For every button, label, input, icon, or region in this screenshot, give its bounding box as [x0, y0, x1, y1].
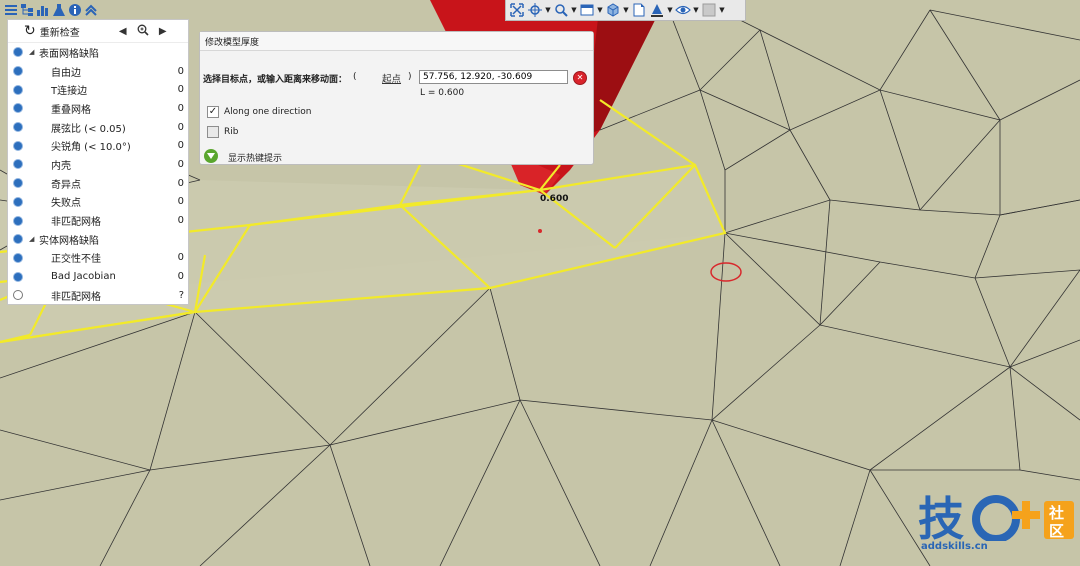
target-prompt: 选择目标点，或输入距离来移动面：: [203, 75, 348, 85]
refresh-icon: ↻: [24, 23, 36, 39]
view-toolbar: ▼ ▼ ▼ ▼ ▼ ▼ ▼: [505, 0, 746, 21]
paren-open: (: [353, 72, 357, 82]
dropdown-arrow-icon[interactable]: ▼: [571, 6, 577, 14]
status-dot-icon: [14, 291, 22, 300]
info-icon[interactable]: [68, 3, 82, 17]
dropdown-arrow-icon[interactable]: ▼: [623, 6, 629, 14]
surface-mesh-category[interactable]: ◢ 表面网格缺陷: [8, 43, 188, 62]
solid-mesh-category[interactable]: ◢ 实体网格缺陷: [8, 230, 188, 249]
paren-close: ): [408, 72, 412, 82]
status-dot-icon: [14, 141, 22, 150]
status-dot-icon: [14, 272, 22, 281]
dropdown-arrow-icon[interactable]: ▼: [719, 6, 725, 14]
list-item[interactable]: 重叠网格 0: [8, 99, 188, 118]
flask-icon[interactable]: [52, 3, 66, 17]
list-item[interactable]: 失败点 0: [8, 193, 188, 212]
list-item[interactable]: 非匹配网格 0: [8, 211, 188, 230]
zoom-icon[interactable]: [553, 2, 569, 18]
logo-ring: [972, 495, 1020, 543]
list-item[interactable]: 尖锐角 (< 10.0°) 0: [8, 136, 188, 155]
dimension-label: 0.600: [540, 194, 568, 204]
checkmark-icon: ✓: [208, 106, 218, 117]
list-item[interactable]: Bad Jacobian 0: [8, 267, 188, 286]
dropdown-arrow-icon[interactable]: ▼: [693, 6, 699, 14]
along-one-direction-label: Along one direction: [224, 107, 312, 117]
expand-triangle-icon[interactable]: ◢: [29, 48, 34, 56]
window-icon[interactable]: [579, 2, 595, 18]
cube-view-icon[interactable]: [605, 2, 621, 18]
list-item[interactable]: 非匹配网格?: [8, 286, 188, 305]
status-dot-icon: [14, 48, 22, 57]
left-toolbar: [0, 0, 98, 19]
chart-icon[interactable]: [36, 3, 50, 17]
target-point-marker[interactable]: [538, 229, 542, 233]
list-item[interactable]: 自由边 0: [8, 62, 188, 81]
status-dot-icon: [14, 85, 22, 94]
fit-view-icon[interactable]: [509, 2, 525, 18]
panel-toolbar: ↻ 重新检查 ◀ ▶: [8, 20, 188, 43]
expand-triangle-icon[interactable]: ◢: [29, 235, 34, 243]
list-item[interactable]: T连接边 0: [8, 80, 188, 99]
status-dot-icon: [14, 67, 22, 76]
recheck-label: 重新检查: [39, 27, 80, 39]
dialog-title: 修改模型厚度: [200, 32, 593, 51]
length-readout: L = 0.600: [420, 88, 465, 98]
rib-label: Rib: [224, 127, 239, 137]
expand-hint-icon[interactable]: [204, 149, 218, 163]
tree-icon[interactable]: [4, 3, 18, 17]
status-dot-icon: [14, 160, 22, 169]
eye-icon[interactable]: [675, 2, 691, 18]
next-icon[interactable]: ▶: [156, 26, 170, 37]
status-dot-icon: [14, 235, 22, 244]
list-item[interactable]: 内壳 0: [8, 155, 188, 174]
logo-url: addskills.cn: [921, 541, 988, 552]
dropdown-arrow-icon[interactable]: ▼: [667, 6, 673, 14]
list-item[interactable]: 展弦比 (< 0.05) 0: [8, 118, 188, 137]
rib-checkbox[interactable]: [207, 126, 219, 138]
pick-point-icon[interactable]: [527, 2, 543, 18]
hierarchy-icon[interactable]: [20, 3, 34, 17]
status-dot-icon: [14, 197, 22, 206]
list-item[interactable]: 正交性不佳 0: [8, 249, 188, 268]
hotkey-hint-label[interactable]: 显示热键提示: [228, 151, 282, 164]
zoom-to-icon[interactable]: [136, 24, 150, 39]
previous-icon[interactable]: ◀: [116, 26, 130, 37]
logo-char-ji: 技: [918, 492, 964, 541]
status-dot-icon: [14, 123, 22, 132]
along-one-direction-checkbox[interactable]: ✓: [207, 106, 219, 118]
modify-thickness-dialog: 修改模型厚度 选择目标点，或输入距离来移动面： ( 起点 ) ✕ L = 0.6…: [199, 31, 594, 165]
mesh-check-panel: ↻ 重新检查 ◀ ▶ ◢ 表面网格缺陷 自由边 0 T连接边 0 重叠网格 0 展弦比…: [7, 19, 189, 305]
coordinate-input[interactable]: [419, 70, 568, 84]
logo-char-she: 社: [1048, 504, 1064, 522]
status-dot-icon: [14, 216, 22, 225]
clear-icon[interactable]: ✕: [573, 71, 587, 85]
dropdown-arrow-icon[interactable]: ▼: [545, 6, 551, 14]
status-dot-icon: [14, 253, 22, 262]
display-icon[interactable]: [701, 2, 717, 18]
status-dot-icon: [14, 104, 22, 113]
status-dot-icon: [14, 179, 22, 188]
logo-char-qu: 区: [1049, 522, 1064, 540]
fill-icon[interactable]: [649, 2, 665, 18]
collapse-icon[interactable]: [84, 3, 98, 17]
page-icon[interactable]: [631, 2, 647, 18]
dropdown-arrow-icon[interactable]: ▼: [597, 6, 603, 14]
start-point-link[interactable]: 起点: [382, 71, 401, 85]
list-item[interactable]: 奇异点 0: [8, 174, 188, 193]
recheck-button[interactable]: ↻ 重新检查: [24, 24, 80, 39]
